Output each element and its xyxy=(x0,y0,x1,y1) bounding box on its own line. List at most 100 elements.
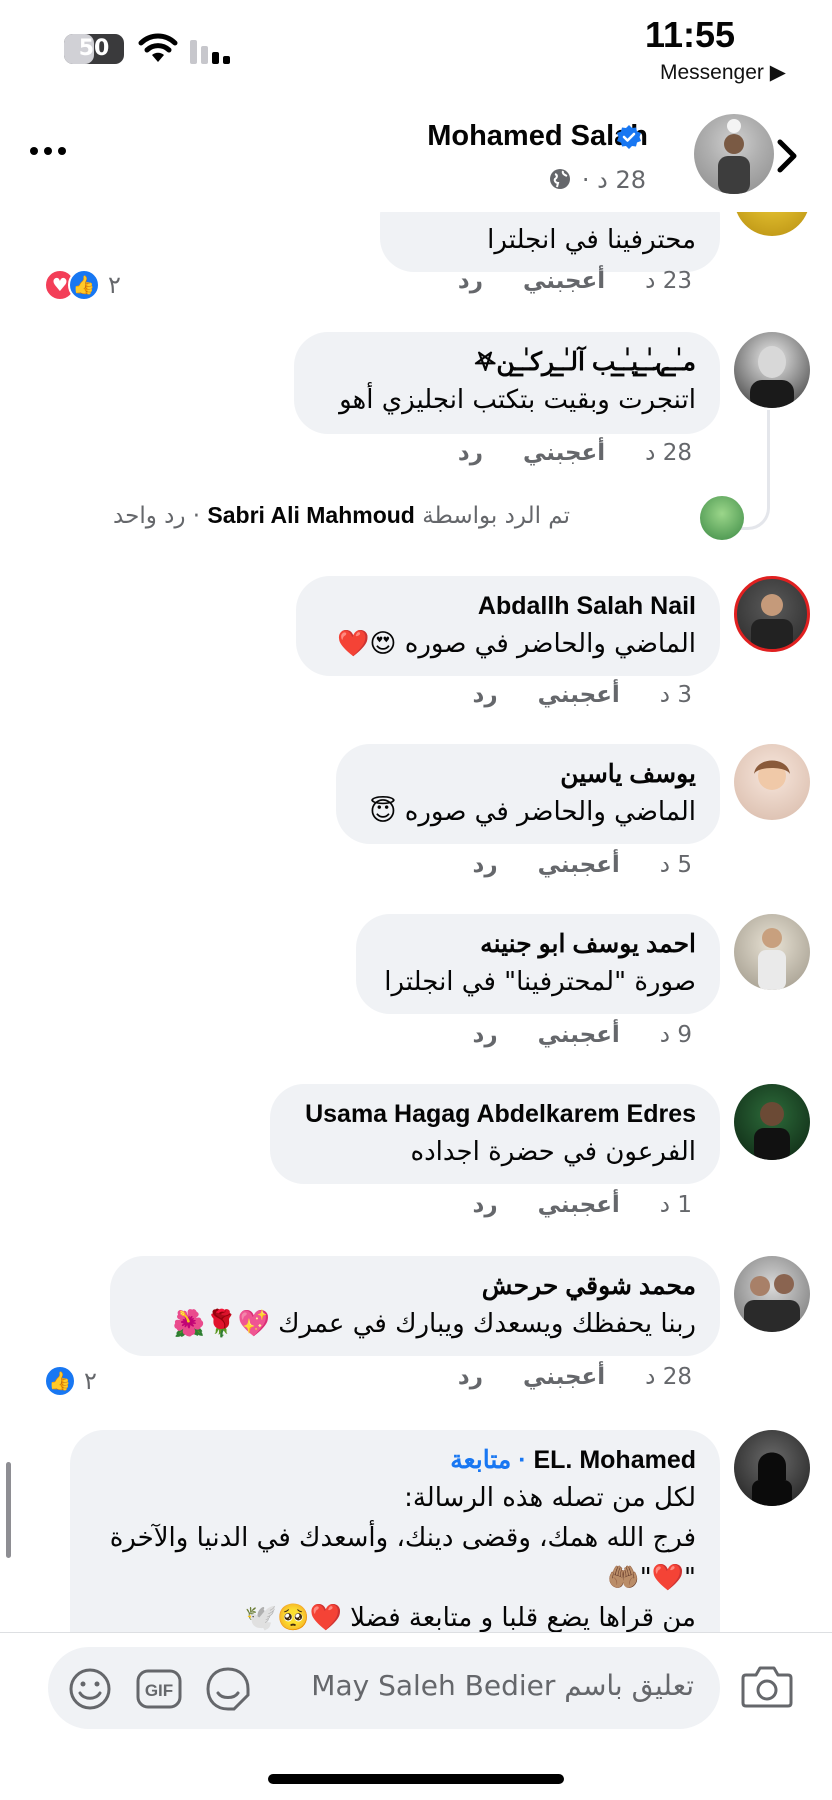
comment-text-line: "❤️"🤲🏽 xyxy=(607,1563,696,1593)
like-button[interactable]: أعجبني xyxy=(523,268,605,294)
commenter-name[interactable]: EL. Mohamed xyxy=(533,1446,696,1474)
gif-icon[interactable]: GIF xyxy=(136,1667,182,1711)
reaction-summary[interactable]: ♥ 👍 ٢ xyxy=(44,268,121,302)
comment-text: ربنا يحفظك ويسعدك ويبارك في عمرك 💖🌹🌺 xyxy=(134,1304,696,1344)
comment-actions: 28 د أعجبني رد xyxy=(418,440,692,466)
chevron-right-icon[interactable] xyxy=(772,136,802,176)
reply-button[interactable]: رد xyxy=(458,440,483,466)
comment-time: 5 د xyxy=(659,852,692,878)
comment-time: 28 د xyxy=(645,1364,692,1390)
comment-text-line: من قراها يضع قلبا و متابعة فضلا ❤️🥺🕊️ xyxy=(244,1603,696,1632)
commenter-name[interactable]: Abdallh Salah Nail xyxy=(320,588,696,624)
post-author-avatar[interactable] xyxy=(694,114,774,194)
reply-summary-prefix: تم الرد بواسطة xyxy=(422,503,570,529)
commenter-name[interactable]: يوسف ياسين xyxy=(360,756,696,792)
comment-bubble[interactable]: محترفينا في انجلترا xyxy=(380,212,720,272)
back-to-app-link[interactable]: Messenger ▶ xyxy=(660,60,815,85)
commenter-avatar[interactable] xyxy=(734,744,810,820)
like-button[interactable]: أعجبني xyxy=(538,1022,620,1048)
battery-percentage: 50 xyxy=(78,36,110,61)
commenter-name[interactable]: احمد يوسف ابو جنينه xyxy=(380,926,696,962)
comment-time: 1 د xyxy=(659,1192,692,1218)
follow-button[interactable]: · متابعة xyxy=(450,1446,526,1474)
reply-button[interactable]: رد xyxy=(473,1192,498,1218)
comment-actions: 1 د أعجبني رد xyxy=(433,1192,692,1218)
comment-actions: 5 د أعجبني رد xyxy=(433,852,692,878)
commenter-avatar[interactable] xyxy=(734,332,810,408)
replier-avatar xyxy=(700,496,744,540)
reply-button[interactable]: رد xyxy=(473,852,498,878)
reply-button[interactable]: رد xyxy=(458,1364,483,1390)
like-button[interactable]: أعجبني xyxy=(538,682,620,708)
reaction-count: ٢ xyxy=(108,271,121,299)
commenter-name-row: EL. Mohamed · متابعة xyxy=(94,1442,696,1478)
camera-icon[interactable] xyxy=(740,1661,794,1711)
more-options-icon[interactable] xyxy=(28,144,68,158)
view-replies-link[interactable]: تم الرد بواسطة Sabri Ali Mahmoud · رد وا… xyxy=(113,502,570,529)
comment-actions: 3 د أعجبني رد xyxy=(433,682,692,708)
home-indicator[interactable] xyxy=(268,1774,564,1784)
commenter-avatar[interactable] xyxy=(734,1256,810,1332)
comment-composer: GIF xyxy=(48,1647,720,1729)
comment-text: الفرعون في حضرة اجداده xyxy=(410,1137,696,1167)
like-button[interactable]: أعجبني xyxy=(523,440,605,466)
reaction-summary[interactable]: 👍 ٢ xyxy=(44,1364,97,1398)
comment-bubble[interactable]: يوسف ياسين الماضي والحاضر في صوره 😇 xyxy=(336,744,720,844)
commenter-name[interactable]: Usama Hagag Abdelkarem Edres xyxy=(294,1096,696,1132)
comment-actions: 23 د أعجبني رد xyxy=(418,268,692,294)
comment-text-body: ربنا يحفظك ويسعدك ويبارك في عمرك xyxy=(278,1309,696,1339)
like-button[interactable]: أعجبني xyxy=(523,1364,605,1390)
commenter-avatar[interactable] xyxy=(734,576,810,652)
scrollbar[interactable] xyxy=(6,1462,11,1558)
reply-button[interactable]: رد xyxy=(473,1022,498,1048)
reply-button[interactable]: رد xyxy=(458,268,483,294)
reaction-count: ٢ xyxy=(84,1367,97,1395)
comment-bubble[interactable]: Abdallh Salah Nail الماضي والحاضر في صور… xyxy=(296,576,720,676)
like-reaction-icon: 👍 xyxy=(68,269,100,301)
comment-bubble[interactable]: مـٰ̲ـہـٰ̲ـيـٰ̲ـب آلـٰ̲ـرکـٰ̲ـن𖤐 اتنجرت و… xyxy=(294,332,720,434)
commenter-avatar[interactable] xyxy=(734,914,810,990)
comment-time: 9 د xyxy=(659,1022,692,1048)
comment-text: محترفينا في انجلترا xyxy=(487,225,696,255)
comment-text-line: لكل من تصله هذه الرسالة: xyxy=(404,1483,696,1513)
commenter-avatar[interactable] xyxy=(734,1084,810,1160)
comment-time: 28 د xyxy=(645,440,692,466)
emoji-picker-icon[interactable] xyxy=(68,1667,112,1711)
comment-bubble[interactable]: محمد شوقي حرحش ربنا يحفظك ويسعدك ويبارك … xyxy=(110,1256,720,1356)
commenter-avatar[interactable] xyxy=(734,212,810,236)
post-header: Mohamed Salah 28 د · xyxy=(0,100,832,212)
comment-time: 3 د xyxy=(659,682,692,708)
sticker-icon[interactable] xyxy=(204,1665,252,1713)
public-globe-icon xyxy=(550,169,570,189)
commenter-name[interactable]: محمد شوقي حرحش xyxy=(134,1268,696,1304)
comment-text-body: الماضي والحاضر في صوره xyxy=(404,797,696,827)
commenter-avatar[interactable] xyxy=(734,1430,810,1506)
comment-emoji: 😍❤️ xyxy=(336,629,397,659)
comment-text: صورة "لمحترفينا" في انجلترا xyxy=(384,967,696,997)
commenter-name[interactable]: مـٰ̲ـہـٰ̲ـيـٰ̲ـب آلـٰ̲ـرکـٰ̲ـن𖤐 xyxy=(318,344,696,380)
comment-bubble[interactable]: EL. Mohamed · متابعة لكل من تصله هذه الر… xyxy=(70,1430,720,1632)
comment-text-body: الماضي والحاضر في صوره xyxy=(404,629,696,659)
comment-text: الماضي والحاضر في صوره 😍❤️ xyxy=(320,624,696,664)
comment-actions: 28 د أعجبني رد xyxy=(418,1364,692,1390)
wifi-icon xyxy=(138,33,178,62)
comment-text-line: فرج الله همك، وقضى دينك، وأسعدك في الدني… xyxy=(109,1523,696,1553)
comment-input[interactable] xyxy=(274,1669,694,1702)
comment-composer-bar: GIF xyxy=(0,1632,832,1742)
comment-time: 23 د xyxy=(645,268,692,294)
verified-badge-icon xyxy=(617,125,641,149)
reply-button[interactable]: رد xyxy=(473,682,498,708)
comment-bubble[interactable]: احمد يوسف ابو جنينه صورة "لمحترفينا" في … xyxy=(356,914,720,1014)
status-bar: 50 11:55 Messenger ▶ xyxy=(0,0,832,100)
reply-summary-count: · رد واحد xyxy=(113,503,201,529)
comment-actions: 9 د أعجبني رد xyxy=(433,1022,692,1048)
comment-emoji: 💖🌹🌺 xyxy=(172,1309,270,1339)
comment-emoji: 😇 xyxy=(369,797,397,827)
svg-text:GIF: GIF xyxy=(145,1681,173,1700)
reply-summary-name: Sabri Ali Mahmoud xyxy=(207,502,415,528)
like-button[interactable]: أعجبني xyxy=(538,1192,620,1218)
comment-text: الماضي والحاضر في صوره 😇 xyxy=(360,792,696,832)
post-timestamp: 28 د · xyxy=(581,166,646,194)
comment-bubble[interactable]: Usama Hagag Abdelkarem Edres الفرعون في … xyxy=(270,1084,720,1184)
like-button[interactable]: أعجبني xyxy=(538,852,620,878)
